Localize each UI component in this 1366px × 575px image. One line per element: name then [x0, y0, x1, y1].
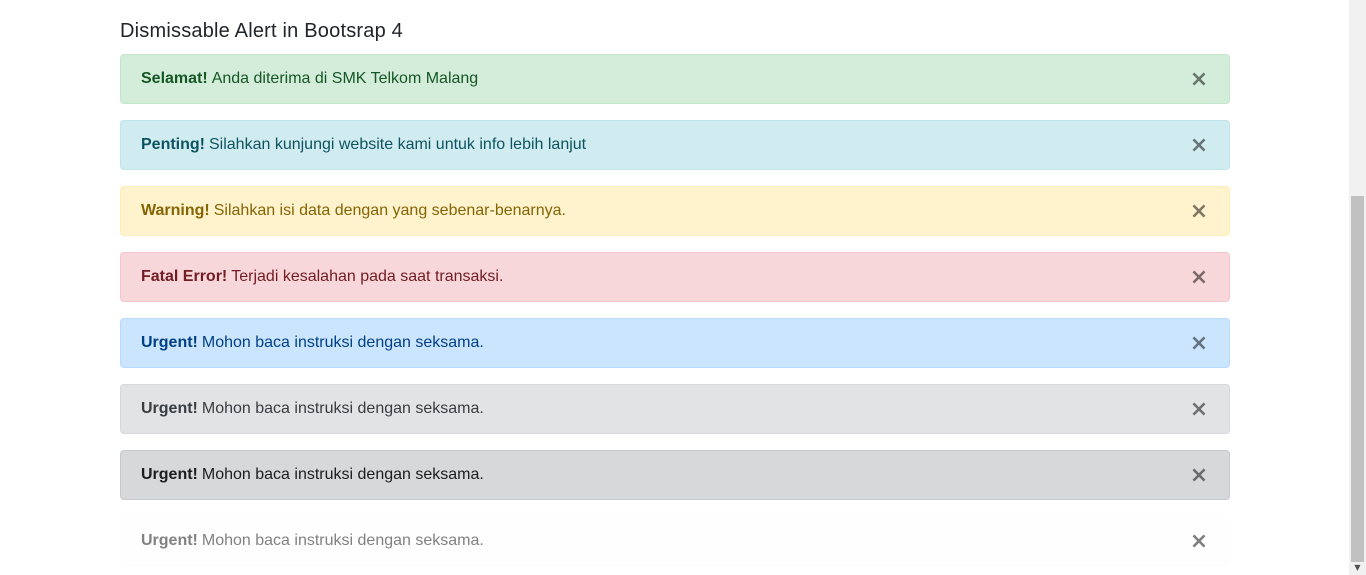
page: Dismissable Alert in Bootsrap 4 Selamat!… [0, 0, 1349, 575]
alert-dark: Urgent! Mohon baca instruksi dengan seksa… [120, 450, 1230, 500]
close-icon[interactable]: × [1187, 134, 1211, 158]
alert-message: Anda diterima di SMK Telkom Malang [211, 70, 479, 87]
alert-strong-text: Fatal Error! [141, 268, 228, 285]
alert-message: Terjadi kesalahan pada saat transaksi. [231, 268, 504, 285]
alert-strong-text: Warning! [141, 202, 210, 219]
close-icon[interactable]: × [1187, 530, 1211, 554]
close-icon[interactable]: × [1187, 200, 1211, 224]
page-title: Dismissable Alert in Bootsrap 4 [120, 20, 403, 42]
alert-strong-text: Urgent! [141, 334, 198, 351]
alert-message: Mohon baca instruksi dengan seksama. [201, 466, 484, 483]
alert-strong-text: Penting! [141, 136, 205, 153]
close-icon[interactable]: × [1187, 68, 1211, 92]
alert-message: Silahkan isi data dengan yang sebenar-be… [213, 202, 566, 219]
alert-secondary: Urgent! Mohon baca instruksi dengan seksa… [120, 384, 1230, 434]
scrollbar-thumb[interactable] [1351, 196, 1364, 562]
scroll-down-arrow-icon[interactable]: ▼ [1349, 561, 1366, 575]
alert-message: Mohon baca instruksi dengan seksama. [201, 532, 484, 549]
alert-success: Selamat! Anda diterima di SMK Telkom Mala… [120, 54, 1230, 104]
alert-primary: Urgent! Mohon baca instruksi dengan seksa… [120, 318, 1230, 368]
alert-strong-text: Selamat! [141, 70, 208, 87]
alert-light: Urgent! Mohon baca instruksi dengan seksa… [120, 516, 1230, 566]
close-icon[interactable]: × [1187, 398, 1211, 422]
close-icon[interactable]: × [1187, 266, 1211, 290]
alert-info: Penting! Silahkan kunjungi website kami u… [120, 120, 1230, 170]
alert-strong-text: Urgent! [141, 532, 198, 549]
alert-warning: Warning! Silahkan isi data dengan yang se… [120, 186, 1230, 236]
alert-message: Silahkan kunjungi website kami untuk inf… [209, 136, 587, 153]
alert-danger: Fatal Error! Terjadi kesalahan pada saat … [120, 252, 1230, 302]
alert-strong-text: Urgent! [141, 466, 198, 483]
close-icon[interactable]: × [1187, 464, 1211, 488]
alerts-container: Dismissable Alert in Bootsrap 4 Selamat!… [120, 16, 1230, 575]
vertical-scrollbar[interactable]: ▼ [1349, 0, 1366, 575]
alert-message: Mohon baca instruksi dengan seksama. [201, 400, 484, 417]
alert-strong-text: Urgent! [141, 400, 198, 417]
alert-message: Mohon baca instruksi dengan seksama. [201, 334, 484, 351]
close-icon[interactable]: × [1187, 332, 1211, 356]
